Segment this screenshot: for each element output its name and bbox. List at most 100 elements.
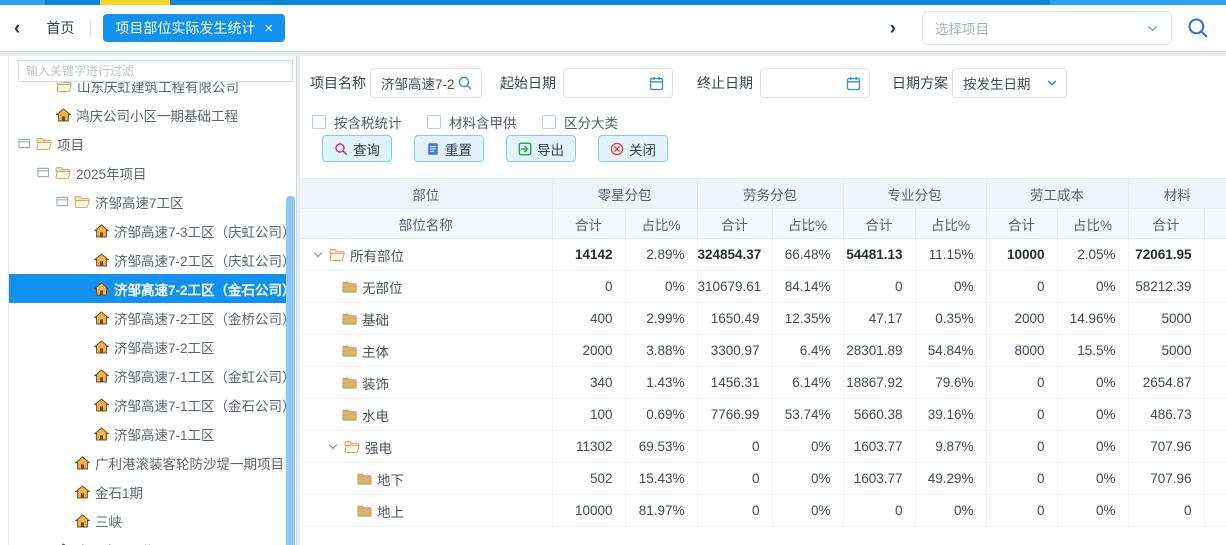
amount-cell[interactable]: 340 bbox=[552, 367, 625, 399]
percent-cell: 0% bbox=[1057, 271, 1128, 303]
toolbar: 查询重置导出关闭 bbox=[322, 135, 668, 162]
amount-cell[interactable]: 100 bbox=[552, 399, 625, 431]
amount-cell[interactable]: 2654.87 bbox=[1128, 367, 1204, 399]
tree-item[interactable]: 济邹高速7-2工区（金桥公司） bbox=[9, 303, 295, 332]
tree-item[interactable]: 济邹高速7-1工区 bbox=[9, 419, 295, 448]
amount-cell[interactable]: 1603.77 bbox=[843, 463, 915, 495]
amount-cell[interactable]: 0 bbox=[843, 271, 915, 303]
expand-collapse-icon[interactable] bbox=[56, 195, 69, 208]
close-button[interactable]: 关闭 bbox=[598, 135, 668, 162]
amount-cell[interactable]: 47.17 bbox=[843, 303, 915, 335]
tree-item[interactable]: 2025年项目 bbox=[9, 158, 295, 187]
tree-item[interactable]: 广利港滚装客轮防沙堤一期项目 bbox=[9, 448, 295, 477]
tree-item[interactable]: 鸿庆公司小区一期基础工程 bbox=[9, 100, 295, 129]
query-button[interactable]: 查询 bbox=[322, 135, 392, 162]
tree-item[interactable]: 济邹高速7-1工区（金石公司） bbox=[9, 390, 295, 419]
chevron-down-icon[interactable] bbox=[327, 441, 339, 453]
tab-active[interactable]: 项目部位实际发生统计 × bbox=[103, 14, 285, 42]
tabs-scroll-left-icon[interactable]: ‹ bbox=[14, 19, 20, 38]
percent-cell: 0% bbox=[1057, 431, 1128, 463]
checkbox-box[interactable] bbox=[427, 115, 441, 129]
amount-cell[interactable]: 0 bbox=[552, 271, 625, 303]
end-date-input[interactable] bbox=[760, 68, 870, 98]
search-icon[interactable] bbox=[1186, 16, 1210, 40]
amount-cell[interactable]: 0 bbox=[986, 463, 1057, 495]
amount-cell[interactable]: 0 bbox=[986, 431, 1057, 463]
amount-cell[interactable]: 3300.97 bbox=[697, 335, 772, 367]
amount-cell[interactable]: 310679.61 bbox=[697, 271, 772, 303]
part-name-label: 装饰 bbox=[362, 373, 389, 393]
amount-cell[interactable]: 2000 bbox=[986, 303, 1057, 335]
project-select[interactable]: 选择项目 bbox=[922, 11, 1172, 45]
tree-item[interactable]: 济邹高速7-3工区（庆虹公司） bbox=[9, 216, 295, 245]
tree-item-label: 济邹高速7工区 bbox=[95, 192, 184, 212]
amount-cell[interactable]: 28301.89 bbox=[843, 335, 915, 367]
sidebar-scrollbar[interactable] bbox=[286, 196, 295, 545]
amount-cell[interactable]: 58212.39 bbox=[1128, 271, 1204, 303]
amount-cell[interactable]: 11302 bbox=[552, 431, 625, 463]
date-plan-value: 按发生日期 bbox=[963, 73, 1046, 93]
amount-cell[interactable]: 5000 bbox=[1128, 303, 1204, 335]
amount-cell[interactable]: 5000 bbox=[1128, 335, 1204, 367]
amount-cell[interactable]: 486.73 bbox=[1128, 399, 1204, 431]
tabs-scroll-right-icon[interactable]: › bbox=[890, 19, 896, 38]
tree-item[interactable]: 三峡 bbox=[9, 506, 295, 535]
search-icon[interactable] bbox=[457, 75, 473, 91]
expand-collapse-icon[interactable] bbox=[37, 166, 50, 179]
calendar-icon[interactable] bbox=[649, 76, 664, 91]
tree-item[interactable]: 金石大厦二期 bbox=[9, 535, 295, 545]
tree-item-selected[interactable]: 济邹高速7-2工区（金石公司） bbox=[9, 274, 295, 303]
amount-cell[interactable]: 5660.38 bbox=[843, 399, 915, 431]
expand-collapse-icon[interactable] bbox=[18, 137, 31, 150]
tree-item[interactable]: 济邹高速7-2工区（庆虹公司） bbox=[9, 245, 295, 274]
date-plan-select[interactable]: 按发生日期 bbox=[952, 68, 1067, 98]
checkbox-box[interactable] bbox=[312, 115, 326, 129]
amount-cell[interactable]: 8000 bbox=[986, 335, 1057, 367]
table-body: 所有部位141422.89%324854.3766.48%54481.1311.… bbox=[300, 239, 1226, 527]
amount-cell[interactable]: 0 bbox=[697, 495, 772, 527]
amount-cell[interactable]: 0 bbox=[986, 367, 1057, 399]
checkbox-option[interactable]: 材料含甲供 bbox=[427, 112, 517, 132]
tree-item[interactable]: 山东庆虹建筑工程有限公司 bbox=[9, 82, 295, 100]
amount-cell[interactable]: 1603.77 bbox=[843, 431, 915, 463]
amount-cell[interactable]: 0 bbox=[986, 271, 1057, 303]
amount-cell[interactable]: 7766.99 bbox=[697, 399, 772, 431]
column-header: 合计 bbox=[986, 209, 1057, 239]
tab-close-icon[interactable]: × bbox=[264, 21, 273, 36]
amount-cell[interactable]: 400 bbox=[552, 303, 625, 335]
tree-item[interactable]: 济邹高速7-1工区（金虹公司） bbox=[9, 361, 295, 390]
tree-item[interactable]: 济邹高速7-2工区 bbox=[9, 332, 295, 361]
start-date-input[interactable] bbox=[563, 68, 673, 98]
tree-item-label: 项目 bbox=[57, 134, 84, 154]
tab-home[interactable]: 首页 bbox=[46, 18, 74, 38]
amount-cell[interactable]: 2000 bbox=[552, 335, 625, 367]
amount-cell[interactable]: 0 bbox=[697, 431, 772, 463]
tree-item[interactable]: 项目 bbox=[9, 129, 295, 158]
column-group-header: 劳务分包 bbox=[697, 179, 843, 209]
amount-cell[interactable]: 707.96 bbox=[1128, 431, 1204, 463]
export-button[interactable]: 导出 bbox=[506, 135, 576, 162]
tree-item[interactable]: 济邹高速7工区 bbox=[9, 187, 295, 216]
checkbox-box[interactable] bbox=[542, 115, 556, 129]
checkbox-option[interactable]: 按含税统计 bbox=[312, 112, 402, 132]
amount-cell[interactable]: 707.96 bbox=[1128, 463, 1204, 495]
calendar-icon[interactable] bbox=[846, 76, 861, 91]
home-icon bbox=[94, 369, 109, 383]
tree-item[interactable]: 金石1期 bbox=[9, 477, 295, 506]
amount-cell[interactable]: 18867.92 bbox=[843, 367, 915, 399]
amount-cell[interactable]: 0 bbox=[697, 463, 772, 495]
amount-cell[interactable]: 0 bbox=[843, 495, 915, 527]
checkbox-option[interactable]: 区分大类 bbox=[542, 112, 632, 132]
project-name-input[interactable]: 济邹高速7-2 bbox=[370, 68, 482, 98]
reset-button[interactable]: 重置 bbox=[414, 135, 484, 162]
folder-icon bbox=[342, 409, 357, 421]
amount-cell[interactable]: 0 bbox=[986, 399, 1057, 431]
amount-cell[interactable]: 0 bbox=[1128, 495, 1204, 527]
amount-cell[interactable]: 0 bbox=[986, 495, 1057, 527]
amount-cell[interactable]: 10000 bbox=[552, 495, 625, 527]
amount-cell[interactable]: 1456.31 bbox=[697, 367, 772, 399]
chevron-down-icon[interactable] bbox=[312, 249, 324, 261]
amount-cell[interactable]: 502 bbox=[552, 463, 625, 495]
amount-cell[interactable]: 1650.49 bbox=[697, 303, 772, 335]
tree-filter-input[interactable] bbox=[18, 60, 293, 82]
